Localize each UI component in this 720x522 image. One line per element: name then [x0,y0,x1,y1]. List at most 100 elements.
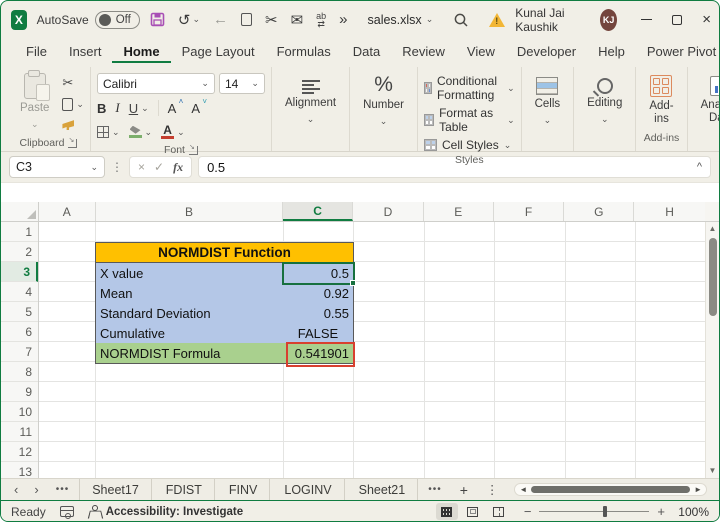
row-header-3[interactable]: 3 [1,262,38,282]
alignment-button[interactable]: Alignment ⌄ [278,69,343,130]
close-button[interactable]: × [702,11,711,28]
increase-font-button[interactable]: A˄ [168,101,177,116]
editing-button[interactable]: Editing ⌄ [580,69,629,130]
maximize-button[interactable] [672,15,682,25]
tab-page-layout[interactable]: Page Layout [171,40,266,63]
italic-button[interactable]: I [115,100,119,116]
cell-styles-button[interactable]: Cell Styles ⌄ [424,138,515,152]
find-replace-button[interactable]: ab ⇄ [316,12,326,28]
warning-icon[interactable]: ! [489,13,505,27]
decrease-font-button[interactable]: A˅ [191,101,200,116]
tab-view[interactable]: View [456,40,506,63]
sheet-tab-fdist[interactable]: FDIST [154,479,215,500]
row-header-6[interactable]: 6 [1,322,38,342]
add-sheet-button[interactable]: + [452,482,476,498]
font-name-combo[interactable]: Calibri ⌄ [97,73,215,94]
tab-review[interactable]: Review [391,40,456,63]
row-header-7[interactable]: 7 [1,342,38,362]
cut-button[interactable]: ✂ [265,11,278,29]
sheet-tab-sheet17[interactable]: Sheet17 [79,479,152,500]
cell-B4[interactable]: Mean [95,283,284,304]
zoom-out-button[interactable]: − [524,504,532,519]
minimize-button[interactable] [641,19,652,20]
analyze-data-button[interactable]: Analyze Data [694,69,720,129]
row-header-13[interactable]: 13 [1,462,38,478]
row-header-8[interactable]: 8 [1,362,38,382]
tab-developer[interactable]: Developer [506,40,587,63]
cell-B7[interactable]: NORMDIST Formula [95,343,284,364]
column-header-c[interactable]: C [283,202,353,221]
row-header-2[interactable]: 2 [1,242,38,262]
sheet-tab-sheet21[interactable]: Sheet21 [347,479,419,500]
scroll-up-icon[interactable]: ▲ [709,224,717,234]
dialog-launcher-icon[interactable] [68,139,77,148]
format-painter-button[interactable] [62,117,84,133]
cancel-button[interactable]: × [138,160,145,174]
cell-C5[interactable]: 0.55 [283,303,354,324]
tab-power-pivot[interactable]: Power Pivot [636,40,720,63]
next-sheet-button[interactable]: › [27,482,45,497]
select-all-corner[interactable] [1,202,39,221]
cell-B5[interactable]: Standard Deviation [95,303,284,324]
zoom-in-button[interactable]: + [657,504,665,519]
row-header-10[interactable]: 10 [1,402,38,422]
row-header-1[interactable]: 1 [1,222,38,242]
copy-button[interactable] [241,13,252,26]
zoom-slider[interactable] [539,511,649,513]
addins-button[interactable]: Add-ins [642,69,680,130]
copy-button[interactable]: ⌄ [62,96,84,112]
format-as-table-button[interactable]: Format as Table ⌄ [424,106,515,134]
column-header-d[interactable]: D [353,202,424,221]
dialog-launcher-icon[interactable] [189,146,198,155]
autosave-toggle[interactable]: AutoSave Off [37,11,140,29]
email-button[interactable]: ✉ [291,11,304,29]
underline-button[interactable]: U ⌄ [129,100,149,116]
scroll-right-icon[interactable]: ► [694,485,702,494]
prev-sheet-button[interactable]: ‹ [7,482,25,497]
cell-C6[interactable]: FALSE [283,323,354,344]
sheet-canvas[interactable]: NORMDIST Function X value 0.5 Mean 0.92 … [39,222,705,478]
borders-button[interactable]: ⌄ [97,124,120,140]
macro-record-icon[interactable] [60,506,74,517]
row-header-5[interactable]: 5 [1,302,38,322]
cell-B6[interactable]: Cumulative [95,323,284,344]
cells-button[interactable]: Cells ⌄ [528,69,568,131]
sheet-tab-loginv[interactable]: LOGINV [272,479,344,500]
normal-view-button[interactable] [436,503,458,520]
fill-handle[interactable] [350,280,356,286]
column-header-b[interactable]: B [96,202,283,221]
collapse-formula-bar-button[interactable]: ^ [697,161,702,173]
column-header-a[interactable]: A [39,202,96,221]
page-layout-view-button[interactable] [462,503,484,520]
horizontal-scrollbar[interactable]: ◄ ► [514,483,707,496]
fill-color-button[interactable]: ⌄ [129,124,153,140]
zoom-slider-thumb[interactable] [603,506,607,517]
column-header-e[interactable]: E [424,202,494,221]
undo-button[interactable]: ↺ ⌄ [178,11,200,29]
cell-C3-selected[interactable]: 0.5 [283,263,354,284]
drag-handle-icon[interactable]: ⋮ [111,160,123,174]
search-button[interactable] [453,12,469,28]
scroll-down-icon[interactable]: ▼ [709,466,717,476]
tab-file[interactable]: File [15,40,58,63]
row-header-11[interactable]: 11 [1,422,38,442]
accessibility-status[interactable]: Accessibility: Investigate [88,505,243,518]
cut-button[interactable]: ✂ [62,75,84,91]
bold-button[interactable]: B [97,101,106,116]
tab-data[interactable]: Data [342,40,391,63]
more-sheets-left-button[interactable]: ••• [48,484,78,495]
vertical-scrollbar[interactable]: ▲ ▼ [705,222,719,478]
paste-button[interactable]: Paste ⌄ [13,69,56,135]
font-size-combo[interactable]: 14 ⌄ [219,73,265,94]
cell-title-B2[interactable]: NORMDIST Function [95,242,354,263]
column-header-h[interactable]: H [634,202,705,221]
vertical-scroll-thumb[interactable] [709,238,717,316]
scroll-left-icon[interactable]: ◄ [519,485,527,494]
avatar[interactable]: KJ [600,9,617,31]
zoom-level[interactable]: 100% [673,505,709,519]
row-header-12[interactable]: 12 [1,442,38,462]
row-header-9[interactable]: 9 [1,382,38,402]
cell-B3[interactable]: X value [95,263,284,284]
more-sheets-right-button[interactable]: ••• [420,484,450,495]
name-box[interactable]: C3 ⌄ [9,156,105,178]
